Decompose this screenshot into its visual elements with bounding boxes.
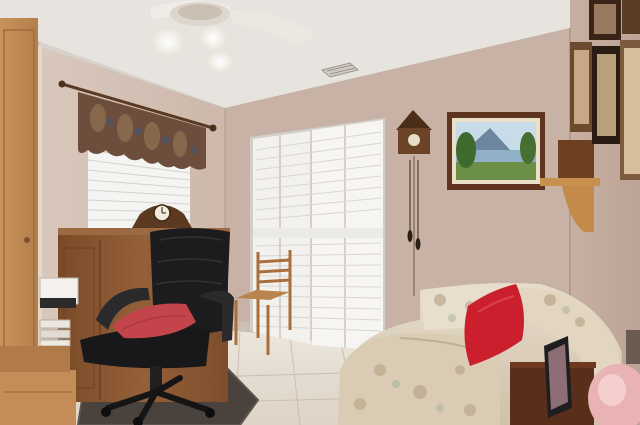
bedroom-office-photo bbox=[0, 0, 640, 425]
landscape-painting bbox=[447, 112, 545, 190]
photo-frame bbox=[544, 336, 572, 418]
photo-canvas bbox=[0, 0, 640, 425]
wooden-drawer bbox=[0, 346, 76, 425]
wooden-door[interactable] bbox=[0, 18, 38, 378]
louvered-closet-doors[interactable] bbox=[250, 118, 385, 353]
